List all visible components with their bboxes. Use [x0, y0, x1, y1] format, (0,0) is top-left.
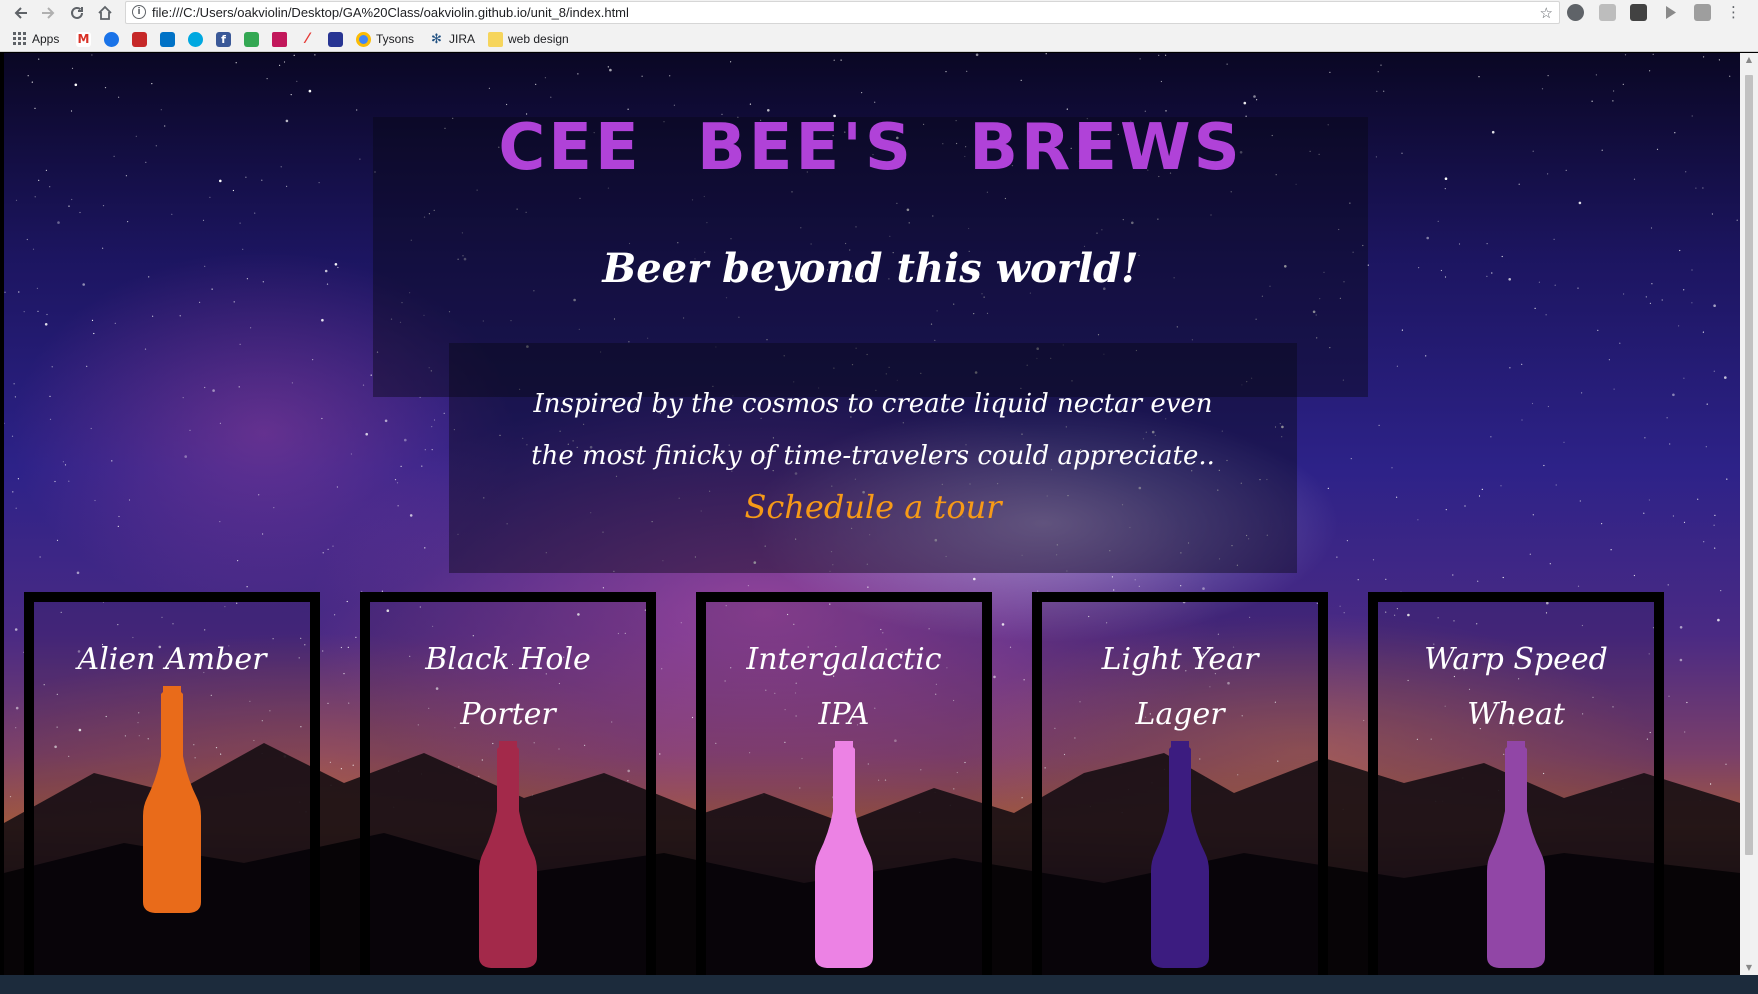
beer-name-line: Porter: [460, 697, 556, 732]
jira-icon: ✻: [431, 31, 442, 47]
beer-name: Black Hole Porter: [370, 632, 646, 742]
scroll-down-arrow-icon[interactable]: ▼: [1740, 961, 1758, 975]
maps-icon: [244, 31, 259, 47]
info-icon[interactable]: i: [132, 5, 146, 19]
beer-name: Intergalactic IPA: [706, 632, 982, 742]
folder-icon: [488, 31, 503, 47]
intro-text: Inspired by the cosmos to create liquid …: [449, 378, 1297, 482]
extension-dark-icon[interactable]: [1630, 4, 1647, 21]
bookmark-navy-icon: [328, 31, 343, 47]
beer-name-line: Black Hole: [425, 642, 591, 677]
gmail-icon: M: [76, 31, 91, 47]
bookmark-tysons[interactable]: Tysons: [356, 30, 414, 48]
facebook-icon: f: [216, 31, 231, 47]
url-text[interactable]: file:///C:/Users/oakviolin/Desktop/GA%20…: [152, 5, 629, 20]
beer-name-line: Wheat: [1467, 697, 1565, 732]
bookmark-label: Tysons: [376, 32, 415, 46]
bookmark-label: JIRA: [449, 32, 476, 46]
bookmark-star-icon[interactable]: ☆: [1540, 4, 1553, 22]
bookmark-label: Apps: [32, 32, 60, 46]
schedule-tour-link[interactable]: Schedule a tour: [449, 488, 1297, 526]
scrollbar-thumb[interactable]: [1745, 75, 1753, 855]
intro-line: the most finicky of time-travelers could…: [531, 441, 1215, 471]
bottle-icon: [1487, 741, 1545, 968]
site-title: CEE BEE'S BREWS: [498, 111, 1243, 185]
vertical-scrollbar[interactable]: ▲ ▼: [1740, 53, 1758, 975]
bookmark-item[interactable]: [328, 30, 343, 48]
bank-icon: [272, 31, 287, 47]
page-viewport: CEE BEE'S BREWS Beer beyond this world! …: [4, 53, 1740, 975]
bookmark-web-design[interactable]: web design: [488, 30, 569, 48]
beer-name-line: IPA: [818, 697, 870, 732]
beer-name-line: Lager: [1135, 697, 1225, 732]
bottle-icon: [479, 741, 537, 968]
beer-name-line: Intergalactic: [746, 642, 942, 677]
extension-headphones-icon[interactable]: [1567, 4, 1584, 21]
bookmarks-bar: Apps M f ⁄ Tysons ✻ JIRA web design: [0, 26, 1758, 52]
beer-name: Warp Speed Wheat: [1378, 632, 1654, 742]
bookmark-outlook[interactable]: [160, 30, 175, 48]
att-icon: [188, 31, 203, 47]
bookmark-apps[interactable]: Apps: [12, 30, 59, 48]
chrome-icon: [356, 31, 371, 47]
intro-line: Inspired by the cosmos to create liquid …: [533, 389, 1213, 419]
back-arrow-icon[interactable]: [10, 2, 32, 24]
address-bar[interactable]: i file:///C:/Users/oakviolin/Desktop/GA%…: [125, 1, 1560, 24]
bookmark-jira[interactable]: ✻ JIRA: [429, 30, 475, 48]
beer-name-line: Light Year: [1101, 642, 1259, 677]
bookmark-item[interactable]: [104, 30, 119, 48]
browser-toolbar: i file:///C:/Users/oakviolin/Desktop/GA%…: [0, 0, 1758, 26]
home-icon[interactable]: [94, 2, 116, 24]
beer-name-line: Alien Amber: [77, 642, 267, 677]
bottle-icon: [143, 686, 201, 913]
bookmark-item[interactable]: [132, 30, 147, 48]
apps-grid-icon: [12, 32, 27, 47]
outlook-icon: [160, 31, 175, 47]
extension-square-icon[interactable]: [1694, 4, 1711, 21]
scroll-up-arrow-icon[interactable]: ▲: [1740, 53, 1758, 67]
bookmark-red-icon: [132, 31, 147, 47]
beer-name-line: Warp Speed: [1424, 642, 1608, 677]
tagline: Beer beyond this world!: [602, 245, 1139, 292]
bookmark-att[interactable]: [188, 30, 203, 48]
bookmark-facebook[interactable]: f: [216, 30, 231, 48]
bottle-icon: [815, 741, 873, 968]
extension-play-icon[interactable]: [1662, 4, 1679, 21]
os-taskbar: [0, 975, 1758, 994]
forward-arrow-icon[interactable]: [37, 2, 59, 24]
extension-gray-icon[interactable]: [1599, 4, 1616, 21]
bookmark-gmail[interactable]: M: [76, 30, 91, 48]
reload-icon[interactable]: [66, 2, 88, 24]
bookmark-maps[interactable]: [244, 30, 259, 48]
beer-name: Light Year Lager: [1042, 632, 1318, 742]
beer-name: Alien Amber: [34, 632, 310, 687]
menu-icon[interactable]: ⋮: [1725, 4, 1742, 21]
bookmark-bank[interactable]: [272, 30, 287, 48]
bottle-icon: [1151, 741, 1209, 968]
bookmark-blue-icon: [104, 31, 119, 47]
bookmark-item[interactable]: ⁄: [300, 30, 315, 48]
bookmark-red-slash-icon: ⁄: [306, 31, 309, 47]
bookmark-label: web design: [508, 32, 569, 46]
